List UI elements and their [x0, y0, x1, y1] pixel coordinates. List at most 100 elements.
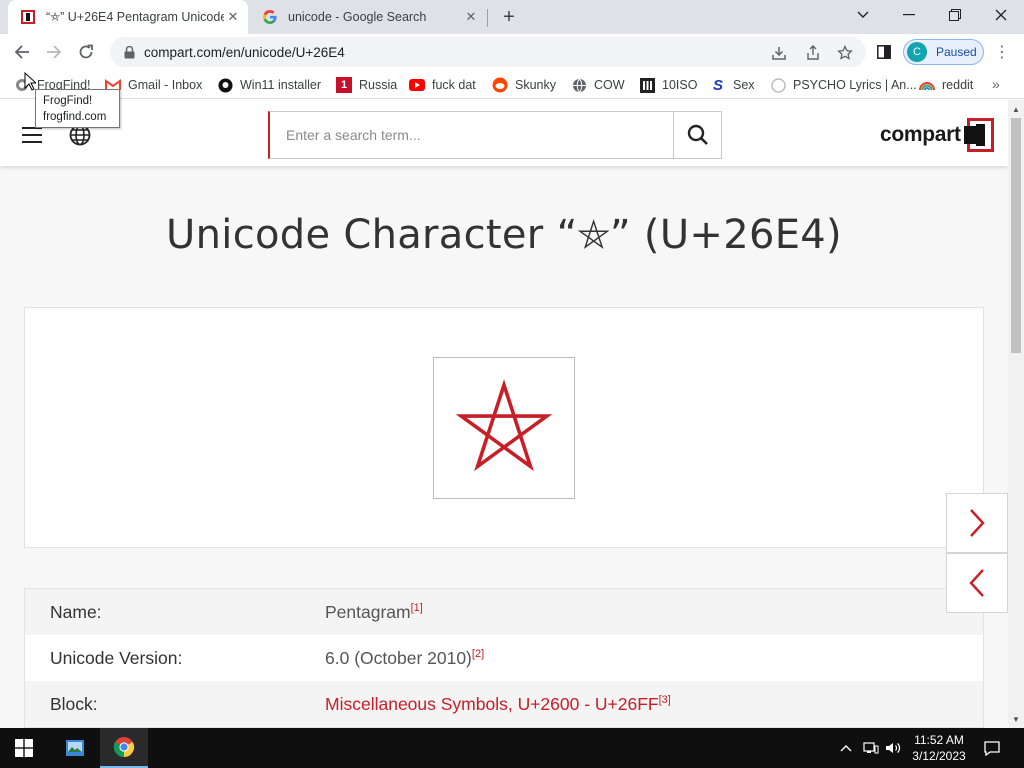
info-row-name: Name: Pentagram[1] — [25, 589, 983, 635]
compart-favicon-icon — [20, 9, 36, 25]
bookmark-label: Win11 installer — [240, 78, 322, 92]
windows-taskbar: 11:52 AM 3/12/2023 — [0, 728, 1024, 768]
bookmark-label: PSYCHO Lyrics | An... — [793, 78, 917, 92]
bookmark-label: COW — [594, 78, 625, 92]
forward-button[interactable] — [40, 38, 68, 66]
pentagram-glyph-icon — [455, 379, 553, 472]
tray-overflow-chevron-icon[interactable] — [838, 728, 854, 768]
info-value: 6.0 (October 2010)[2] — [325, 648, 484, 669]
hamburger-menu-icon[interactable] — [22, 127, 42, 143]
back-button[interactable] — [8, 38, 36, 66]
info-key: Block: — [50, 693, 98, 714]
info-row-version: Unicode Version: 6.0 (October 2010)[2] — [25, 635, 983, 681]
chrome-icon — [113, 737, 135, 758]
taskbar-photos-app[interactable] — [52, 728, 98, 768]
new-tab-button[interactable]: + — [498, 6, 520, 28]
footnote-ref[interactable]: [3] — [659, 694, 671, 706]
profile-button[interactable]: C Paused — [903, 39, 984, 65]
share-icon[interactable] — [804, 44, 822, 62]
bookmark-label: fuck dat — [432, 78, 476, 92]
clock-time: 11:52 AM — [914, 733, 964, 747]
bookmark-label: reddit — [942, 78, 974, 92]
bookmark-fuck-dat[interactable]: fuck dat — [409, 75, 476, 95]
network-icon[interactable] — [862, 728, 880, 768]
bookmark-skunky[interactable]: Skunky — [492, 75, 556, 95]
russia-bookmark-icon: 1 — [336, 77, 352, 93]
logo-text: compart — [880, 123, 961, 146]
side-panel-icon[interactable] — [870, 38, 898, 66]
footnote-ref[interactable]: [2] — [472, 648, 484, 660]
scroll-down-arrow-icon[interactable]: ▼ — [1008, 714, 1024, 724]
search-input[interactable] — [286, 127, 656, 143]
install-app-icon[interactable] — [770, 44, 788, 62]
page-scrollbar[interactable]: ▲ ▼ — [1008, 100, 1024, 728]
tab-pentagram[interactable]: “⛤” U+26E4 Pentagram Unicode ✕ — [8, 0, 248, 34]
page-title: Unicode Character “⛤” (U+26E4) — [166, 212, 842, 258]
globe-icon — [571, 77, 587, 93]
minimize-button[interactable] — [886, 0, 932, 30]
browser-menu-icon[interactable]: ⋮ — [994, 42, 1010, 62]
columns-icon — [639, 77, 655, 93]
bookmark-label: 10ISO — [662, 78, 698, 92]
taskbar-clock[interactable]: 11:52 AM 3/12/2023 — [906, 732, 972, 764]
start-button[interactable] — [0, 728, 48, 768]
taskbar-chrome[interactable] — [100, 728, 148, 768]
chevron-right-icon — [970, 509, 985, 537]
notifications-icon[interactable] — [980, 728, 1004, 768]
restore-button[interactable] — [932, 0, 978, 30]
tab-google-search[interactable]: unicode - Google Search ✕ — [250, 0, 486, 34]
bookmark-label: Skunky — [515, 78, 556, 92]
url-text: compart.com/en/unicode/U+26E4 — [144, 44, 345, 60]
tab-search-chevron-icon[interactable] — [840, 0, 886, 30]
more-bookmarks-icon[interactable]: » — [992, 76, 1000, 92]
google-favicon-icon — [262, 9, 278, 25]
bookmark-10iso[interactable]: 10ISO — [639, 75, 697, 95]
volume-icon[interactable] — [884, 728, 902, 768]
compart-logo-mark-icon — [963, 118, 994, 152]
tab-separator — [487, 9, 488, 27]
browser-toolbar: compart.com/en/unicode/U+26E4 C Paused ⋮ — [0, 34, 1024, 70]
tab-title: unicode - Google Search — [288, 10, 427, 24]
info-key: Unicode Version: — [50, 647, 183, 668]
previous-character-button[interactable] — [946, 553, 1008, 613]
bookmarks-bar: FrogFind! Gmail - Inbox Win11 installer … — [0, 70, 1024, 99]
search-button[interactable] — [673, 111, 722, 159]
bookmark-reddit[interactable]: reddit — [919, 75, 973, 95]
bookmark-russia[interactable]: 1 Russia — [336, 75, 397, 95]
footnote-ref[interactable]: [1] — [411, 602, 423, 614]
bookmark-sex[interactable]: S Sex — [710, 75, 755, 95]
tooltip-title: FrogFind! — [43, 95, 93, 107]
info-row-block: Block: Miscellaneous Symbols, U+2600 - U… — [25, 681, 983, 727]
site-search-box — [268, 111, 674, 159]
compart-logo[interactable]: compart — [880, 118, 994, 152]
bookmark-win11[interactable]: Win11 installer — [217, 75, 321, 95]
next-character-button[interactable] — [946, 493, 1008, 553]
info-value: Miscellaneous Symbols, U+2600 - U+26FF[3… — [325, 694, 671, 715]
reload-button[interactable] — [72, 38, 100, 66]
info-key: Name: — [50, 601, 102, 622]
youtube-icon — [409, 77, 425, 93]
bookmark-star-icon[interactable] — [836, 44, 854, 62]
close-window-button[interactable] — [978, 0, 1024, 30]
site-header: compart — [0, 100, 1008, 166]
bookmark-psycho-lyrics[interactable]: PSYCHO Lyrics | An... — [770, 75, 917, 95]
address-bar[interactable]: compart.com/en/unicode/U+26E4 — [110, 37, 866, 67]
bookmark-tooltip: FrogFind! frogfind.com — [35, 89, 120, 128]
close-tab-icon[interactable]: ✕ — [224, 8, 242, 26]
mouse-cursor-icon — [24, 71, 38, 96]
profile-status: Paused — [936, 45, 977, 59]
bookmark-cow[interactable]: COW — [571, 75, 625, 95]
page-content: compart Unicode Character “⛤” (U+26E4) N… — [0, 100, 1008, 728]
windows-logo-icon — [15, 739, 33, 757]
rainbow-icon — [919, 77, 935, 93]
bookmark-label: Russia — [359, 78, 398, 92]
bookmark-label: Sex — [733, 78, 755, 92]
glyph-preview — [433, 357, 575, 499]
block-link[interactable]: Miscellaneous Symbols, U+2600 - U+26FF — [325, 694, 659, 714]
info-value: Pentagram[1] — [325, 602, 423, 623]
lock-icon[interactable] — [122, 45, 136, 59]
scroll-thumb[interactable] — [1011, 118, 1021, 353]
scroll-up-arrow-icon[interactable]: ▲ — [1008, 104, 1024, 114]
close-tab-icon[interactable]: ✕ — [462, 8, 480, 26]
info-value-text: 6.0 (October 2010) — [325, 647, 472, 668]
